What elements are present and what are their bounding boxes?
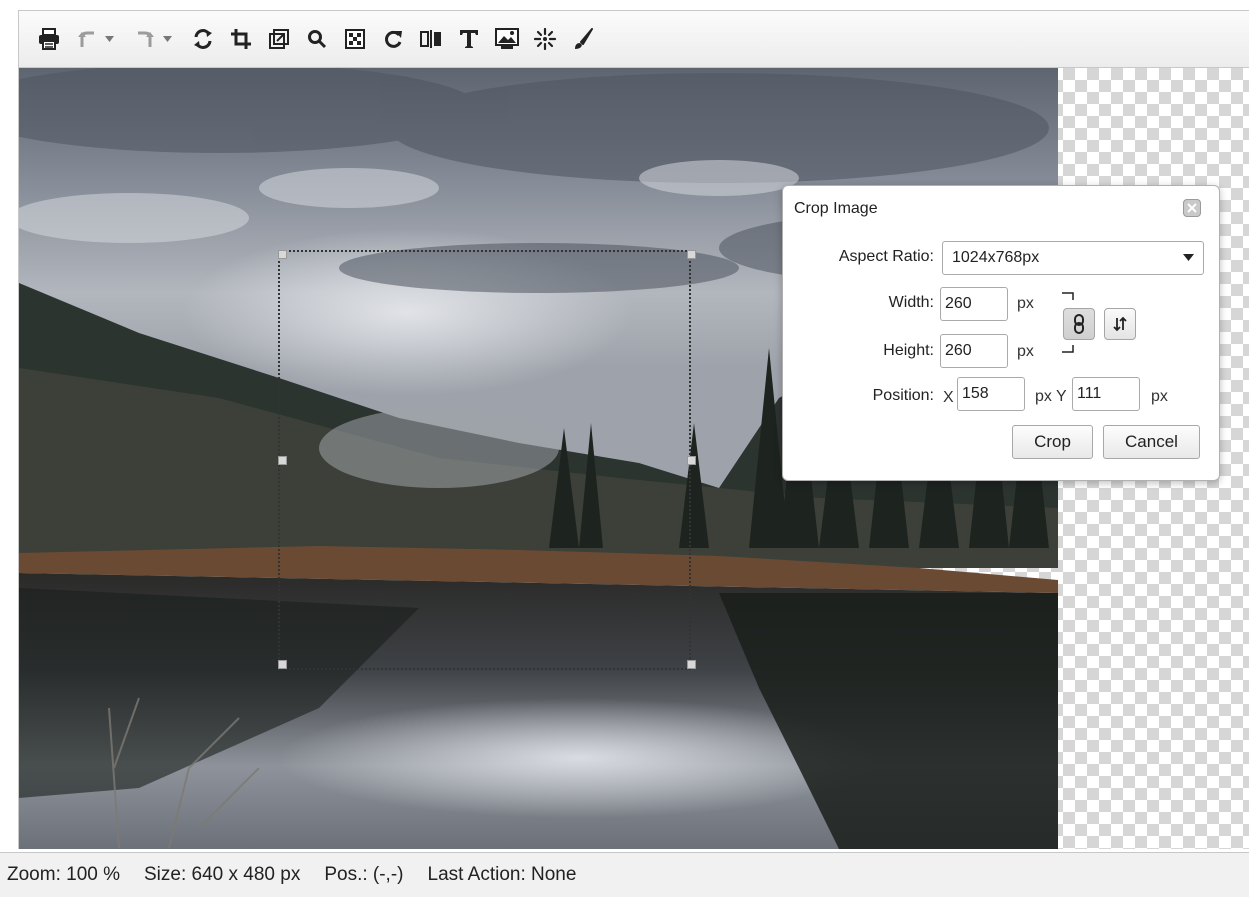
rotate-button[interactable] <box>377 23 409 55</box>
link-bracket-top <box>1062 292 1074 300</box>
chevron-down-icon <box>162 36 172 42</box>
toolbar <box>18 10 1249 68</box>
crop-handle-bottom-right[interactable] <box>687 660 696 669</box>
rotate-icon <box>385 30 402 48</box>
insert-image-button[interactable] <box>491 23 523 55</box>
swap-dimensions-button[interactable] <box>1104 308 1136 340</box>
image-editor: Crop Image Aspect Ratio: 1024x768px Widt… <box>0 0 1249 897</box>
link-bracket-bottom <box>1062 345 1074 353</box>
crop-handle-right[interactable] <box>687 456 696 465</box>
zoom-status: Zoom: 100 % <box>7 864 120 885</box>
flip-button[interactable] <box>415 23 447 55</box>
swap-arrows-icon <box>1113 316 1127 332</box>
chevron-down-icon <box>1183 254 1194 261</box>
height-unit: px <box>1017 343 1034 360</box>
crop-handle-bottom-left[interactable] <box>278 660 287 669</box>
effects-icon <box>534 28 556 50</box>
position-x-input[interactable] <box>957 377 1025 411</box>
paint-brush-icon <box>575 28 593 49</box>
flip-icon <box>420 30 441 48</box>
position-label: Position: <box>872 387 934 404</box>
position-y-unit: px <box>1151 388 1168 405</box>
draw-button[interactable] <box>567 23 599 55</box>
text-button[interactable] <box>453 23 485 55</box>
position-y-input[interactable] <box>1072 377 1140 411</box>
close-icon <box>1187 203 1197 213</box>
zoom-button[interactable] <box>301 23 333 55</box>
aspect-ratio-select[interactable]: 1024x768px <box>942 241 1204 275</box>
crop-selection[interactable] <box>278 250 691 670</box>
keep-aspect-toggle[interactable] <box>1063 308 1095 340</box>
x-label: X <box>943 389 954 406</box>
width-label: Width: <box>888 294 934 311</box>
revert-icon <box>194 29 212 49</box>
crop-handle-left[interactable] <box>278 456 287 465</box>
dialog-title: Crop Image <box>794 200 878 217</box>
height-label: Height: <box>883 342 934 359</box>
resize-icon <box>269 29 289 49</box>
filter-button[interactable] <box>339 23 371 55</box>
px-y-label: px Y <box>1035 388 1067 405</box>
status-bar: Zoom: 100 % Size: 640 x 480 px Pos.: (-,… <box>0 852 1249 897</box>
crop-button[interactable] <box>225 23 257 55</box>
filter-icon <box>345 29 365 49</box>
close-button[interactable] <box>1183 199 1201 217</box>
insert-image-icon <box>495 28 519 49</box>
zoom-icon <box>308 30 327 49</box>
effects-button[interactable] <box>529 23 561 55</box>
cancel-button[interactable]: Cancel <box>1103 425 1200 459</box>
size-status: Size: 640 x 480 px <box>144 864 301 885</box>
resize-button[interactable] <box>263 23 295 55</box>
print-button[interactable] <box>33 23 65 55</box>
aspect-ratio-label: Aspect Ratio: <box>838 248 934 265</box>
redo-button[interactable] <box>129 23 161 55</box>
chain-link-icon <box>1074 314 1084 334</box>
crop-icon <box>231 29 251 49</box>
aspect-ratio-value: 1024x768px <box>952 249 1040 266</box>
undo-dropdown[interactable] <box>103 23 115 55</box>
width-input[interactable] <box>940 287 1008 321</box>
width-unit: px <box>1017 295 1034 312</box>
undo-button[interactable] <box>71 23 103 55</box>
crop-button[interactable]: Crop <box>1012 425 1093 459</box>
revert-button[interactable] <box>187 23 219 55</box>
height-input[interactable] <box>940 334 1008 368</box>
text-icon <box>460 30 478 48</box>
crop-handle-top-left[interactable] <box>278 250 287 259</box>
last-action-status: Last Action: None <box>427 864 577 885</box>
crop-image-dialog: Crop Image Aspect Ratio: 1024x768px Widt… <box>782 185 1220 481</box>
undo-icon <box>78 31 94 47</box>
redo-dropdown[interactable] <box>161 23 173 55</box>
position-status: Pos.: (-,-) <box>324 864 404 885</box>
print-icon <box>39 28 59 50</box>
redo-icon <box>138 31 154 47</box>
chevron-down-icon <box>104 36 114 42</box>
crop-handle-top-right[interactable] <box>687 250 696 259</box>
